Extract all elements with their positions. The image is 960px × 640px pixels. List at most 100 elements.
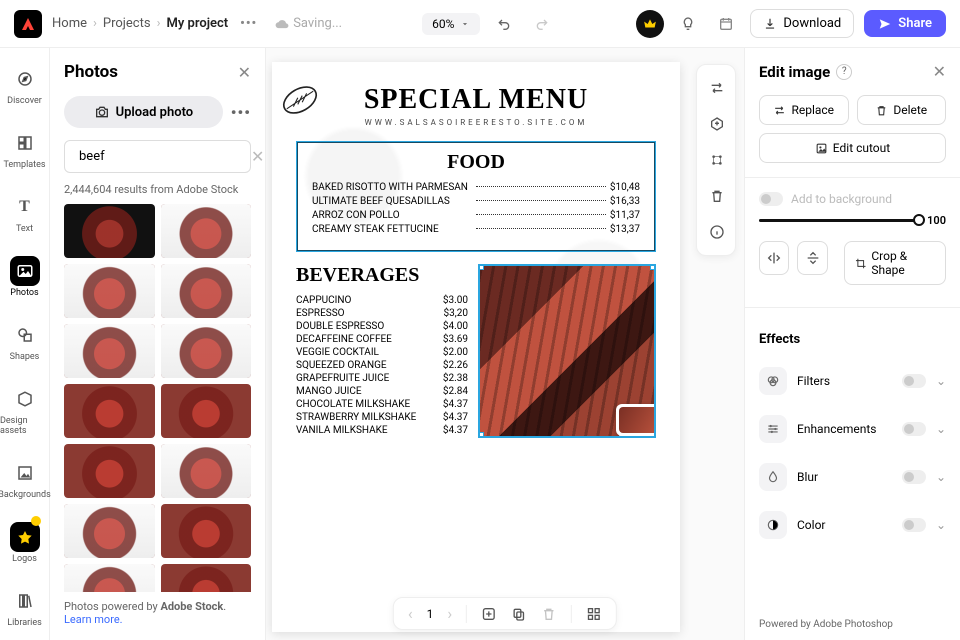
zoom-select[interactable]: 60% <box>422 13 480 35</box>
grid-view-button[interactable] <box>586 606 602 622</box>
rail-backgrounds[interactable]: Backgrounds <box>0 454 49 504</box>
flip-vertical-button[interactable] <box>797 241 827 275</box>
clear-search-button[interactable]: ✕ <box>251 147 264 166</box>
next-page-button[interactable]: › <box>447 604 452 623</box>
photo-thumb[interactable] <box>161 204 252 258</box>
rail-discover[interactable]: Discover <box>0 60 49 110</box>
replace-button[interactable]: Replace <box>759 95 849 125</box>
premium-badge-icon <box>31 516 41 526</box>
fx-enhancements[interactable]: Enhancements ⌄ <box>759 405 946 453</box>
sliders-icon <box>759 415 787 443</box>
premium-badge[interactable] <box>636 10 664 38</box>
fx-blur[interactable]: Blur ⌄ <box>759 453 946 501</box>
photo-thumb[interactable] <box>161 504 252 558</box>
rail-photos[interactable]: Photos <box>0 252 49 302</box>
selected-image[interactable]: 10+ <box>478 264 656 438</box>
undo-button[interactable] <box>490 10 518 38</box>
toggle-switch[interactable] <box>902 518 926 532</box>
fx-filters[interactable]: Filters ⌄ <box>759 357 946 405</box>
prev-page-button[interactable]: ‹ <box>408 604 413 623</box>
breadcrumb-projects[interactable]: Projects <box>103 16 151 31</box>
info-button[interactable] <box>697 215 737 249</box>
rail-shapes[interactable]: Shapes <box>0 316 49 366</box>
chevron-down-icon <box>460 19 470 29</box>
breadcrumb: Home › Projects › My project ••• <box>52 16 257 31</box>
upload-photo-button[interactable]: Upload photo <box>64 96 223 128</box>
trash-button[interactable] <box>697 179 737 213</box>
duplicate-page-button[interactable] <box>511 606 527 622</box>
send-icon <box>878 17 892 31</box>
rail-templates[interactable]: Templates <box>0 124 49 174</box>
food-row: ULTIMATE BEEF QUESADILLAS$16,33 <box>312 196 640 207</box>
photo-thumb[interactable] <box>161 564 252 592</box>
calendar-button[interactable] <box>712 10 740 38</box>
upload-more-button[interactable]: ••• <box>231 103 251 122</box>
image-stack[interactable]: 10+ <box>616 402 656 438</box>
toggle-switch[interactable] <box>902 374 926 388</box>
chevron-down-icon[interactable]: ⌄ <box>936 374 946 388</box>
photo-thumb[interactable] <box>64 204 155 258</box>
delete-button[interactable]: Delete <box>857 95 947 125</box>
redo-button[interactable] <box>528 10 556 38</box>
breadcrumb-current[interactable]: My project <box>166 16 228 31</box>
more-icon[interactable]: ••• <box>240 16 257 31</box>
right-title: Edit image <box>759 63 830 81</box>
photo-thumb[interactable] <box>64 504 155 558</box>
photo-thumb[interactable] <box>161 264 252 318</box>
toggle-switch[interactable] <box>902 470 926 484</box>
share-button[interactable]: Share <box>864 10 946 37</box>
close-right-panel-button[interactable]: ✕ <box>933 62 946 81</box>
photo-grid <box>64 204 251 592</box>
delete-page-button[interactable] <box>541 606 557 622</box>
photo-thumb[interactable] <box>161 324 252 378</box>
crop-shape-button[interactable]: Crop & Shape <box>844 241 946 285</box>
help-icon[interactable]: ? <box>836 64 852 80</box>
design-canvas[interactable]: SPECIAL MENU WWW.SALSASOIREERESTO.SITE.C… <box>272 62 680 632</box>
effects-heading: Effects <box>759 332 946 347</box>
photo-thumb[interactable] <box>161 384 252 438</box>
color-icon <box>759 511 787 539</box>
close-panel-button[interactable]: ✕ <box>238 63 251 82</box>
rail-text[interactable]: TText <box>0 188 49 238</box>
blur-icon <box>759 463 787 491</box>
photo-thumb[interactable] <box>64 564 155 592</box>
canvas-toolbar <box>696 64 736 256</box>
photo-thumb[interactable] <box>64 264 155 318</box>
crop-icon <box>855 257 866 270</box>
ai-tools-button[interactable] <box>697 143 737 177</box>
rail-logos[interactable]: Logos <box>0 518 49 568</box>
fx-color[interactable]: Color ⌄ <box>759 501 946 549</box>
app-logo[interactable] <box>14 10 42 38</box>
opacity-slider[interactable]: 100 <box>759 214 946 227</box>
toggle-switch[interactable] <box>902 422 926 436</box>
powered-by: Photos powered by Adobe Stock. Learn mor… <box>64 592 251 634</box>
search-input-wrap[interactable]: ✕ <box>64 140 251 173</box>
learn-more-link[interactable]: Learn more. <box>64 613 123 626</box>
photo-thumb[interactable] <box>64 444 155 498</box>
add-shape-button[interactable] <box>697 107 737 141</box>
photo-thumb[interactable] <box>161 444 252 498</box>
add-page-button[interactable] <box>481 606 497 622</box>
lightbulb-button[interactable] <box>674 10 702 38</box>
search-input[interactable] <box>79 149 245 164</box>
add-to-background-toggle[interactable]: Add to background <box>759 192 946 206</box>
flip-horizontal-button[interactable] <box>759 241 789 275</box>
toggle-switch[interactable] <box>759 192 783 206</box>
replace-icon <box>773 104 786 117</box>
rail-libraries[interactable]: Libraries <box>0 582 49 632</box>
download-button[interactable]: Download <box>750 9 854 38</box>
food-heading: FOOD <box>312 151 640 174</box>
photo-thumb[interactable] <box>64 324 155 378</box>
rail-design-assets[interactable]: Design assets <box>0 380 49 440</box>
chevron-down-icon[interactable]: ⌄ <box>936 470 946 484</box>
chevron-down-icon[interactable]: ⌄ <box>936 422 946 436</box>
save-status: Saving... <box>275 16 342 31</box>
food-section[interactable]: FOOD BAKED RISOTTO WITH PARMESAN$10,48UL… <box>296 141 656 252</box>
food-row: ARROZ CON POLLO$11,37 <box>312 210 640 221</box>
breadcrumb-home[interactable]: Home <box>52 16 87 31</box>
photo-thumb[interactable] <box>64 384 155 438</box>
swap-layout-button[interactable] <box>697 71 737 105</box>
edit-cutout-button[interactable]: Edit cutout <box>759 133 946 163</box>
powered-by-ps: Powered by Adobe Photoshop <box>759 611 946 634</box>
chevron-down-icon[interactable]: ⌄ <box>936 518 946 532</box>
